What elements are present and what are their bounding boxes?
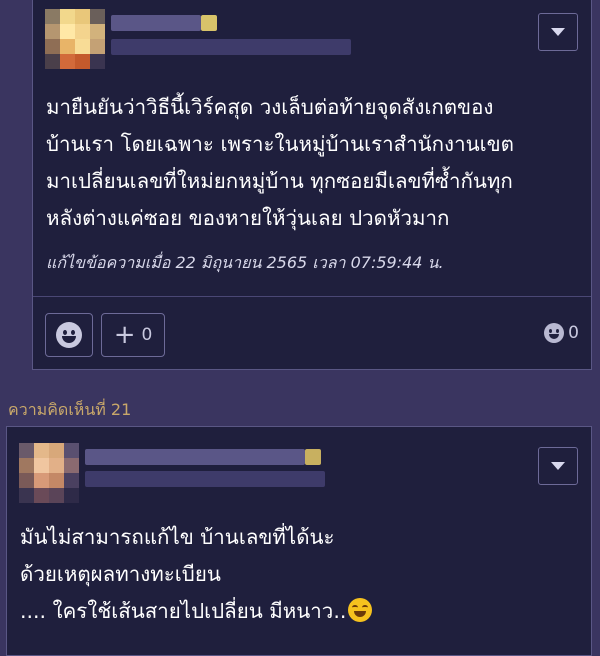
divider [33,296,591,297]
emotion-count: 0 [568,323,579,343]
avatar [45,9,105,69]
comment-card: มายืนยันว่าวิธีนี้เวิร์คสุด วงเล็บต่อท้า… [32,0,592,370]
author-name-blurred-accent [305,449,321,465]
comment-body: มันไม่สามารถแก้ไข บ้านเลขที่ได้นะ ด้วยเห… [20,519,577,630]
plus-icon: + [113,320,136,350]
plus-vote-button[interactable]: + 0 [101,313,165,357]
emotion-summary[interactable]: 0 [544,323,579,343]
comment-body-line: ด้วยเหตุผลทางทะเบียน [20,562,221,586]
chevron-down-icon [551,28,565,36]
comment-body-line: หลังต่างแค่ซอย ของหายให้วุ่นเลย ปวดหัวมา… [46,206,450,230]
avatar [19,443,79,503]
comment-body-line: .... ใครใช้เส้นสายไปเปลี่ยน มีหนาว.. [20,593,577,630]
smile-icon [544,323,565,343]
comment-number-label[interactable]: ความคิดเห็นที่ 21 [8,398,131,423]
author-name-blurred [85,449,305,465]
comment-menu-button[interactable] [538,13,578,51]
comment-menu-button[interactable] [538,447,578,485]
smile-icon [56,322,82,348]
comment-body-text: .... ใครใช้เส้นสายไปเปลี่ยน มีหนาว.. [20,599,347,623]
chevron-down-icon [551,462,565,470]
comment-body-line: มาเปลี่ยนเลขที่ใหม่ยกหมู่บ้าน ทุกซอยมีเล… [46,169,513,193]
comment-body-line: บ้านเรา โดยเฉพาะ เพราะในหมู่บ้านเราสำนัก… [46,132,514,156]
edit-timestamp: แก้ไขข้อความเมื่อ 22 มิถุนายน 2565 เวลา … [46,253,444,272]
comment-body-line: มันไม่สามารถแก้ไข บ้านเลขที่ได้นะ [20,525,335,549]
author-name-blurred [111,15,201,31]
author-name-blurred-accent [201,15,217,31]
comment-body: มายืนยันว่าวิธีนี้เวิร์คสุด วงเล็บต่อท้า… [46,89,577,237]
smiling-emoji-icon [348,598,373,622]
author-meta-blurred [85,471,325,487]
comment-card: มันไม่สามารถแก้ไข บ้านเลขที่ได้นะ ด้วยเห… [6,426,592,656]
emotion-button[interactable] [45,313,93,357]
comment-body-line: มายืนยันว่าวิธีนี้เวิร์คสุด วงเล็บต่อท้า… [46,95,494,119]
plus-count: 0 [141,325,153,345]
author-meta-blurred [111,39,351,55]
